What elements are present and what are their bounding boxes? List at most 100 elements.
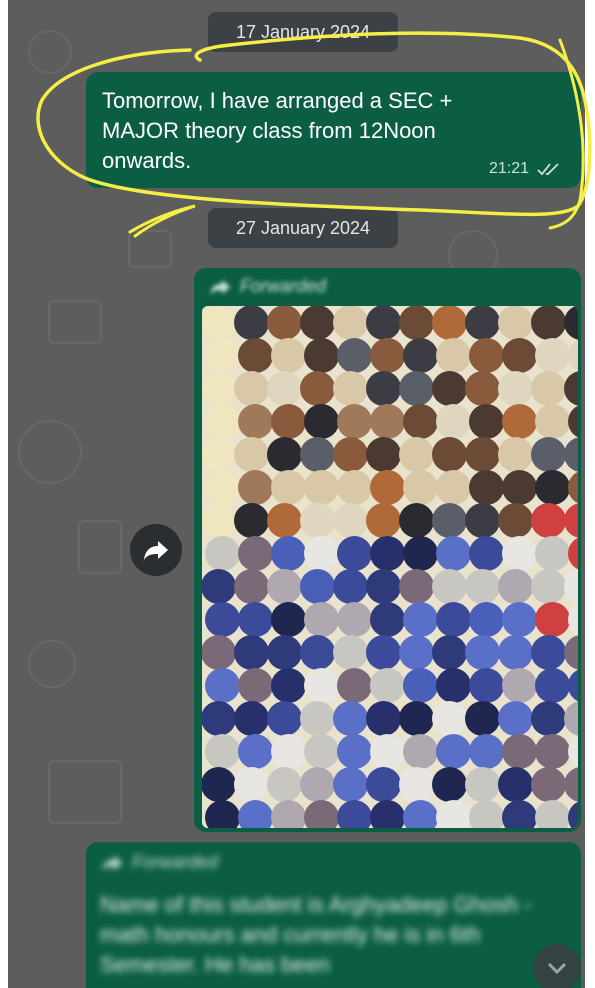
mosaic-cell <box>403 734 438 769</box>
mosaic-cell <box>304 536 339 571</box>
mosaic-cell <box>370 734 405 769</box>
mosaic-cell <box>366 437 401 472</box>
message-bubble-image[interactable]: Forwarded <box>194 268 581 832</box>
wallpaper-doodle <box>128 230 172 268</box>
mosaic-cell <box>502 536 537 571</box>
mosaic-cell <box>267 635 302 670</box>
mosaic-cell <box>300 569 335 604</box>
mosaic-cell <box>234 569 269 604</box>
mosaic-cell <box>304 668 339 703</box>
mosaic-cell <box>366 635 401 670</box>
mosaic-cell <box>535 734 570 769</box>
mosaic-cell <box>300 503 335 538</box>
mosaic-cell <box>432 701 467 736</box>
mosaic-cell <box>202 437 236 472</box>
mosaic-cell <box>271 470 306 505</box>
mosaic-cell <box>498 569 533 604</box>
mosaic-cell <box>399 767 434 802</box>
mosaic-cell <box>436 536 471 571</box>
mosaic-cell <box>436 668 471 703</box>
mosaic-cell <box>535 536 570 571</box>
mosaic-cell <box>531 701 566 736</box>
mosaic-cell <box>366 767 401 802</box>
forward-share-icon <box>144 541 168 560</box>
mosaic-cell <box>502 602 537 637</box>
mosaic-cell <box>432 371 467 406</box>
message-bubble-outgoing[interactable]: Tomorrow, I have arranged a SEC + MAJOR … <box>86 72 581 188</box>
mosaic-cell <box>465 767 500 802</box>
chat-background[interactable]: 17 January 2024 Tomorrow, I have arrange… <box>8 0 585 988</box>
mosaic-cell <box>202 635 236 670</box>
wallpaper-doodle <box>78 520 122 574</box>
mosaic-cell <box>333 306 368 340</box>
mosaic-cell <box>432 569 467 604</box>
mosaic-cell <box>531 767 566 802</box>
mosaic-cell <box>469 338 504 373</box>
mosaic-cell <box>469 602 504 637</box>
mosaic-cell <box>403 338 438 373</box>
mosaic-cell <box>205 404 240 439</box>
mosaic-cell <box>366 701 401 736</box>
mosaic-cell <box>432 767 467 802</box>
mosaic-cell <box>333 635 368 670</box>
mosaic-cell <box>498 701 533 736</box>
mosaic-cell <box>337 338 372 373</box>
mosaic-cell <box>267 371 302 406</box>
mosaic-cell <box>234 701 269 736</box>
mosaic-cell <box>436 338 471 373</box>
mosaic-cell <box>333 767 368 802</box>
mosaic-cell <box>403 536 438 571</box>
mosaic-cell <box>337 668 372 703</box>
mosaic-cell <box>535 404 570 439</box>
mosaic-cell <box>238 668 273 703</box>
mosaic-cell <box>333 569 368 604</box>
forward-share-button[interactable] <box>130 524 182 576</box>
mosaic-cell <box>300 701 335 736</box>
mosaic-cell <box>202 371 236 406</box>
mosaic-cell <box>432 437 467 472</box>
mosaic-cell <box>234 306 269 340</box>
mosaic-cell <box>366 569 401 604</box>
mosaic-cell <box>267 437 302 472</box>
mosaic-cell <box>531 306 566 340</box>
wallpaper-doodle <box>28 640 76 688</box>
mosaic-cell <box>370 404 405 439</box>
mosaic-cell <box>267 767 302 802</box>
mosaic-cell <box>205 734 240 769</box>
mosaic-cell <box>202 503 236 538</box>
mosaic-cell <box>403 668 438 703</box>
chevron-down-icon <box>547 962 567 975</box>
mosaic-cell <box>271 668 306 703</box>
mosaic-cell <box>469 404 504 439</box>
mosaic-cell <box>370 602 405 637</box>
message-text: Name of this student is Arghyadeep Ghosh… <box>100 892 532 977</box>
mosaic-cell <box>271 404 306 439</box>
wallpaper-doodle <box>18 420 82 484</box>
mosaic-cell <box>436 404 471 439</box>
forwarded-image[interactable] <box>202 306 578 828</box>
mosaic-cell <box>531 437 566 472</box>
mosaic-cell <box>436 470 471 505</box>
mosaic-cell <box>366 503 401 538</box>
mosaic-cell <box>502 470 537 505</box>
mosaic-cell <box>465 635 500 670</box>
mosaic-cell <box>399 701 434 736</box>
mosaic-cell <box>333 437 368 472</box>
mosaic-cell <box>432 306 467 340</box>
mosaic-cell <box>267 569 302 604</box>
mosaic-cell <box>403 470 438 505</box>
mosaic-cell <box>502 734 537 769</box>
mosaic-cell <box>234 767 269 802</box>
mosaic-cell <box>498 503 533 538</box>
mosaic-cell <box>531 569 566 604</box>
mosaic-cell <box>399 437 434 472</box>
message-time: 21:21 <box>488 160 529 177</box>
scroll-down-button[interactable] <box>533 944 581 988</box>
mosaic-cell <box>465 701 500 736</box>
wallpaper-doodle <box>48 300 102 344</box>
mosaic-cell <box>271 338 306 373</box>
mosaic-cell <box>502 404 537 439</box>
mosaic-cell <box>300 371 335 406</box>
message-bubble-forwarded-text[interactable]: Forwarded Name of this student is Arghya… <box>86 842 581 988</box>
mosaic-cell <box>535 602 570 637</box>
